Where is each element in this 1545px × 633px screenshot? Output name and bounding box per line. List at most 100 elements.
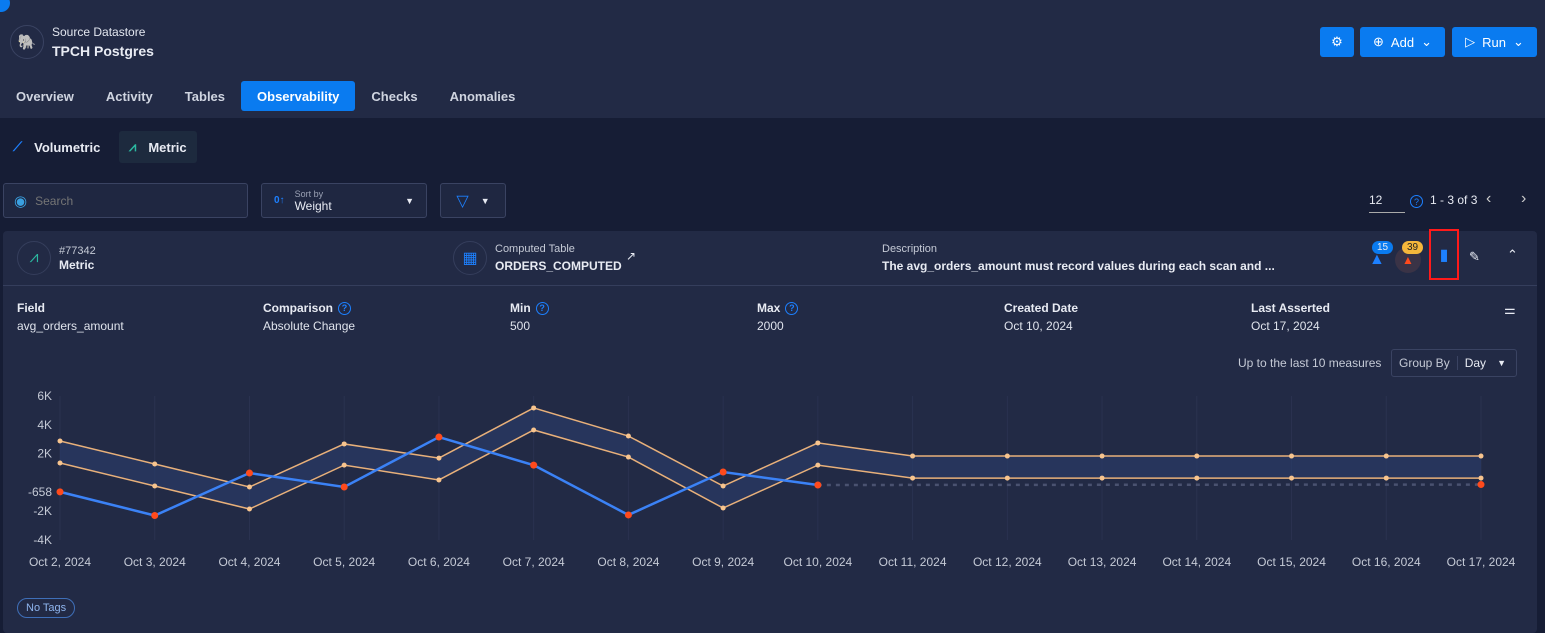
datastore-header: 🐘 Source Datastore TPCH Postgres ⚙ ⊕ Add ⌄… [0,0,1545,118]
y-tick-label: -4K [33,533,52,547]
lower-bound-point [815,462,821,468]
max-info: Max? 2000 [757,301,799,333]
anomaly-point [814,481,822,489]
help-icon[interactable]: ? [338,301,352,315]
upper-bound-point [1383,453,1389,459]
comparison-label: Comparison [263,301,334,315]
next-page-button[interactable]: › [1521,190,1526,208]
group-by-label: Group By [1392,356,1458,370]
sort-value: Weight [294,198,332,213]
min-label: Min [510,301,531,315]
created-info: Created Date Oct 10, 2024 [1004,301,1078,333]
collapse-button[interactable]: ⌃ [1507,247,1518,263]
y-tick-label: 6K [37,389,52,403]
upper-bound-point [531,405,537,411]
y-tick-label: 2K [37,447,52,461]
lower-bound-point [531,427,537,433]
x-tick-label: Oct 9, 2024 [692,555,754,569]
add-button[interactable]: ⊕ Add ⌄ [1360,27,1445,57]
subtab-metric[interactable]: ⩘ Metric [119,131,197,163]
x-tick-label: Oct 12, 2024 [973,555,1042,569]
table-name[interactable]: ORDERS_COMPUTED [495,259,622,273]
lower-bound-point [720,505,726,511]
sidebar-toggle[interactable] [0,0,10,12]
bookmark-button[interactable]: ▮ [1429,229,1459,280]
help-icon[interactable]: ? [535,301,549,315]
anomaly-point [1477,481,1485,489]
created-value: Oct 10, 2024 [1004,319,1073,333]
edit-button[interactable]: ✎ [1469,249,1480,265]
field-value: avg_orders_amount [17,319,124,333]
anomaly-point [530,461,538,469]
check-card-header: ⩘ #77342 Metric ▦ Computed Table ORDERS_… [3,229,1537,286]
subtab-volumetric[interactable]: ⟋ Volumetric [3,131,110,163]
expected-range-band [60,407,1481,510]
settings-button[interactable]: ⚙ [1320,27,1354,57]
anomaly-point [151,512,159,520]
metric-chart: Oct 2, 2024 Oct 3, 2024 Oct 4, 2024 Oct 5, … [28,389,1516,569]
anomaly-point [245,469,253,477]
caret-down-icon: ▼ [1497,358,1506,368]
sort-label: Sort by [294,188,324,199]
datastore-label: Source Datastore [52,25,146,39]
lower-bound-point [152,483,158,489]
tab-tables[interactable]: Tables [169,81,241,111]
tab-overview[interactable]: Overview [0,81,90,111]
upper-bound-point [625,433,631,439]
x-tick-label: Oct 17, 2024 [1447,555,1516,569]
x-tick-label: Oct 16, 2024 [1352,555,1421,569]
upper-bound-point [1004,453,1010,459]
upper-bound-point [1478,453,1484,459]
lower-bound-point [246,506,252,512]
metric-label: Metric [148,139,187,155]
chart-trend-icon: ⩘ [129,139,137,154]
check-type: Metric [59,258,95,272]
x-tick-label: Oct 3, 2024 [124,555,186,569]
tab-anomalies[interactable]: Anomalies [434,81,532,111]
max-value: 2000 [757,319,784,333]
lower-bound-point [341,462,347,468]
min-value: 500 [510,319,531,333]
upper-bound-point [910,453,916,459]
upper-bound-point [1099,453,1105,459]
filter-button[interactable]: ▽ ▼ [440,183,506,218]
group-by-select[interactable]: Group By Day ▼ [1391,349,1517,377]
datastore-name: TPCH Postgres [52,43,154,59]
x-tick-label: Oct 13, 2024 [1068,555,1137,569]
lower-bound-point [57,460,63,466]
help-icon[interactable]: ? [1410,195,1423,208]
run-button[interactable]: ▷ Run ⌄ [1452,27,1537,57]
add-label: Add [1390,34,1415,50]
tags-chip[interactable]: No Tags [17,598,76,618]
main-tabs: Overview Activity Tables Observability C… [0,81,531,111]
tab-activity[interactable]: Activity [90,81,169,111]
upper-bound-point [341,441,347,447]
plus-circle-icon: ⊕ [1373,34,1384,49]
lower-bound-point [910,475,916,481]
sliders-icon[interactable]: ⚌ [1504,302,1516,318]
tab-checks[interactable]: Checks [355,81,433,111]
min-info: Min? 500 [510,301,549,333]
bookmark-icon: ▮ [1439,246,1449,264]
page-size-select[interactable]: 12 [1369,193,1405,213]
anomaly-point [56,488,64,496]
sort-select[interactable]: 0↑ Sort by Weight ▼ [261,183,427,218]
open-link-icon[interactable]: ↗ [626,249,636,263]
lower-bound-point [625,454,631,460]
caret-down-icon: ▼ [405,195,414,206]
upper-bound-point [436,455,442,461]
x-tick-label: Oct 8, 2024 [597,555,659,569]
description: The avg_orders_amount must record values… [882,259,1275,273]
tab-observability[interactable]: Observability [241,81,356,111]
lower-bound-point [1194,475,1200,481]
search-input[interactable] [35,193,226,208]
prev-page-button[interactable]: ‹ [1486,190,1491,208]
field-label: Field [17,301,46,315]
postgres-logo-icon: 🐘 [10,25,44,59]
created-label: Created Date [1004,301,1079,315]
help-icon[interactable]: ? [785,301,799,315]
lower-bound-point [436,477,442,483]
comparison-info: Comparison? Absolute Change [263,301,355,333]
x-tick-label: Oct 11, 2024 [879,555,947,569]
metric-icon: ⩘ [17,241,51,275]
